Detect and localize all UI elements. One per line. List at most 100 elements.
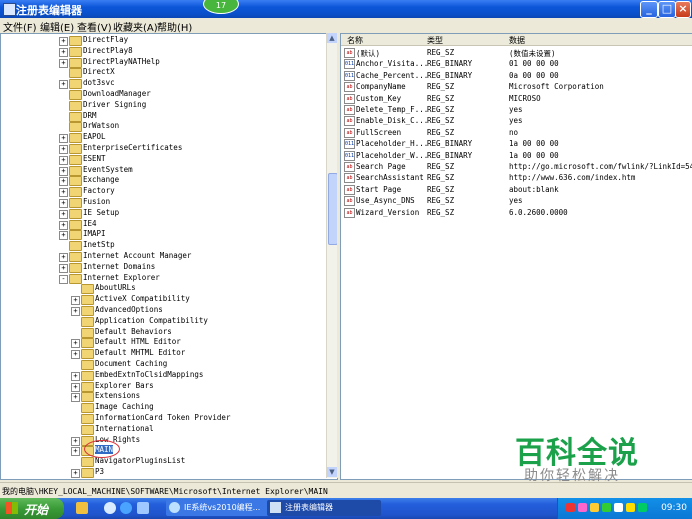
expand-icon[interactable]: + xyxy=(59,155,68,165)
tree-item[interactable]: + ESENT xyxy=(1,154,327,165)
tree-item[interactable]: + Default MHTML Editor xyxy=(1,348,327,360)
expand-icon[interactable]: + xyxy=(59,209,68,219)
expand-icon[interactable]: + xyxy=(59,188,68,198)
tree-item[interactable]: + DirectPlay8 xyxy=(1,46,327,57)
tree-item[interactable]: + IMAPI xyxy=(1,229,327,241)
expand-icon[interactable]: + xyxy=(59,199,68,208)
tree-item[interactable]: InetStp xyxy=(1,240,327,252)
expand-icon[interactable]: + xyxy=(59,263,68,273)
expand-icon[interactable]: + xyxy=(59,47,68,57)
expand-icon[interactable]: + xyxy=(71,350,80,360)
taskbar-button-regedit[interactable]: 注册表编辑器 xyxy=(267,500,381,516)
tree-item[interactable]: + dot3svc xyxy=(1,78,327,90)
tree-item[interactable]: + Internet Account Manager xyxy=(1,251,327,262)
scroll-down-arrow-icon[interactable]: ▼ xyxy=(327,467,337,477)
column-header-type[interactable]: 类型 xyxy=(427,35,443,46)
expand-icon[interactable]: + xyxy=(71,382,80,392)
tree-item[interactable]: + Factory xyxy=(1,186,327,198)
tree-item[interactable]: + IE4 xyxy=(1,219,327,230)
menu-help[interactable]: 帮助(H) xyxy=(157,19,192,34)
registry-value-row[interactable]: ab Search Page REG_SZ http://go.microsoft.c… xyxy=(341,161,692,172)
tree-item[interactable]: + P3 xyxy=(1,467,327,478)
expand-icon[interactable]: + xyxy=(71,339,80,349)
registry-value-row[interactable]: ab Start Page REG_SZ about:blank xyxy=(341,184,692,195)
expand-icon[interactable]: + xyxy=(71,371,80,381)
registry-value-row[interactable]: ab Enable_Disk_C... REG_SZ yes xyxy=(341,115,692,127)
menu-file[interactable]: 文件(F) xyxy=(3,19,37,34)
tree-item[interactable]: + EventSystem xyxy=(1,165,327,176)
menu-favorites[interactable]: 收藏夹(A) xyxy=(113,19,158,34)
column-header-data[interactable]: 数据 xyxy=(509,35,525,46)
registry-value-row[interactable]: ab Custom_Key REG_SZ MICROSO xyxy=(341,93,692,104)
registry-value-row[interactable]: 011 Cache_Percent... REG_BINARY 0a 00 00 00 xyxy=(341,70,692,81)
tray-volume-icon[interactable] xyxy=(614,503,623,512)
expand-icon[interactable]: + xyxy=(59,166,68,176)
registry-value-row[interactable]: ab CompanyName REG_SZ Microsoft Corporation xyxy=(341,81,692,93)
expand-icon[interactable]: + xyxy=(59,145,68,154)
tree-item[interactable]: Default Behaviors xyxy=(1,327,327,338)
minimize-button[interactable]: _ xyxy=(640,1,658,18)
quicklaunch-desktop-icon[interactable] xyxy=(137,502,149,514)
tray-update-icon[interactable] xyxy=(638,503,647,512)
tree-item[interactable]: DirectX xyxy=(1,67,327,79)
expand-icon[interactable]: + xyxy=(71,436,80,446)
registry-value-row[interactable]: ab Use_Async_DNS REG_SZ yes xyxy=(341,195,692,207)
tree-item[interactable]: + Low Rights xyxy=(1,435,327,446)
tree-item[interactable]: + DirectFlay xyxy=(1,35,327,46)
tree-item[interactable]: InformationCard Token Provider xyxy=(1,413,327,424)
registry-value-row[interactable]: ab Delete_Temp_F... REG_SZ yes xyxy=(341,104,692,115)
registry-tree[interactable]: + DirectFlay + DirectPlay8 + DirectPlayNATHel… xyxy=(0,33,338,480)
start-button[interactable]: 开始 xyxy=(0,498,64,519)
expand-icon[interactable]: + xyxy=(71,296,80,306)
registry-value-row[interactable]: 011 Placeholder_H... REG_BINARY 1a 00 00 00 xyxy=(341,138,692,150)
expand-icon[interactable]: + xyxy=(71,307,80,316)
tree-item[interactable]: International xyxy=(1,424,327,435)
scroll-up-arrow-icon[interactable]: ▲ xyxy=(327,33,337,43)
tree-item[interactable]: Application Compatibility xyxy=(1,316,327,327)
quicklaunch-browser-icon[interactable] xyxy=(104,502,116,514)
tree-item[interactable]: DrWatson xyxy=(1,121,327,133)
tree-item[interactable]: + Explorer Bars xyxy=(1,381,327,392)
tree-item[interactable]: Driver Signing xyxy=(1,100,327,111)
tree-item[interactable]: + MAIN xyxy=(1,445,327,457)
expand-icon[interactable]: + xyxy=(59,134,68,144)
menu-view[interactable]: 查看(V) xyxy=(77,19,112,34)
quicklaunch-ie-icon[interactable] xyxy=(120,502,132,514)
tree-item[interactable]: DRM xyxy=(1,111,327,122)
tree-item[interactable]: + AdvancedOptions xyxy=(1,305,327,316)
column-header-name[interactable]: 名称 xyxy=(347,35,363,46)
expand-icon[interactable]: + xyxy=(71,469,80,478)
tray-app-icon[interactable] xyxy=(578,503,587,512)
tree-item[interactable]: Image Caching xyxy=(1,402,327,414)
expand-icon[interactable]: + xyxy=(71,447,80,457)
tree-scrollbar[interactable]: ▲ ▼ xyxy=(326,33,338,478)
values-list[interactable]: 名称 类型 数据 ab (默认) REG_SZ (数值未设置) 011 Anchor_Vi… xyxy=(340,33,692,480)
expand-icon[interactable]: + xyxy=(59,37,68,46)
tray-security-icon[interactable] xyxy=(626,503,635,512)
registry-value-row[interactable]: 011 Placeholder_W... REG_BINARY 1a 00 00 00 xyxy=(341,150,692,161)
expand-icon[interactable]: + xyxy=(59,253,68,262)
tree-item[interactable]: + Exchange xyxy=(1,175,327,187)
tree-item[interactable]: + DirectPlayNATHelp xyxy=(1,57,327,68)
tree-item[interactable]: Document Caching xyxy=(1,359,327,370)
expand-icon[interactable]: + xyxy=(59,177,68,187)
tree-item[interactable]: - Internet Explorer xyxy=(1,273,327,284)
tree-item[interactable]: + EmbedExtnToClsidMappings xyxy=(1,370,327,381)
tree-item[interactable]: AboutURLs xyxy=(1,283,327,295)
tree-item[interactable]: + ActiveX Compatibility xyxy=(1,294,327,306)
expand-icon[interactable]: + xyxy=(59,80,68,90)
tree-item[interactable]: + Default HTML Editor xyxy=(1,337,327,349)
expand-icon[interactable]: + xyxy=(59,220,68,230)
expand-icon[interactable]: + xyxy=(59,58,68,68)
collapse-icon[interactable]: - xyxy=(59,274,68,284)
tree-item[interactable]: + IE Setup xyxy=(1,208,327,219)
registry-value-row[interactable]: 011 Anchor_Visita... REG_BINARY 01 00 00 00 xyxy=(341,58,692,70)
registry-value-row[interactable]: ab (默认) REG_SZ (数值未设置) xyxy=(341,47,692,58)
tray-antivirus-icon[interactable] xyxy=(566,503,575,512)
tray-network-icon[interactable] xyxy=(590,503,599,512)
expand-icon[interactable]: + xyxy=(59,231,68,241)
tree-item[interactable]: + Extensions xyxy=(1,391,327,403)
expand-icon[interactable]: + xyxy=(71,393,80,403)
tree-item[interactable]: + EAPOL xyxy=(1,132,327,144)
maximize-button[interactable]: □ xyxy=(658,1,676,18)
